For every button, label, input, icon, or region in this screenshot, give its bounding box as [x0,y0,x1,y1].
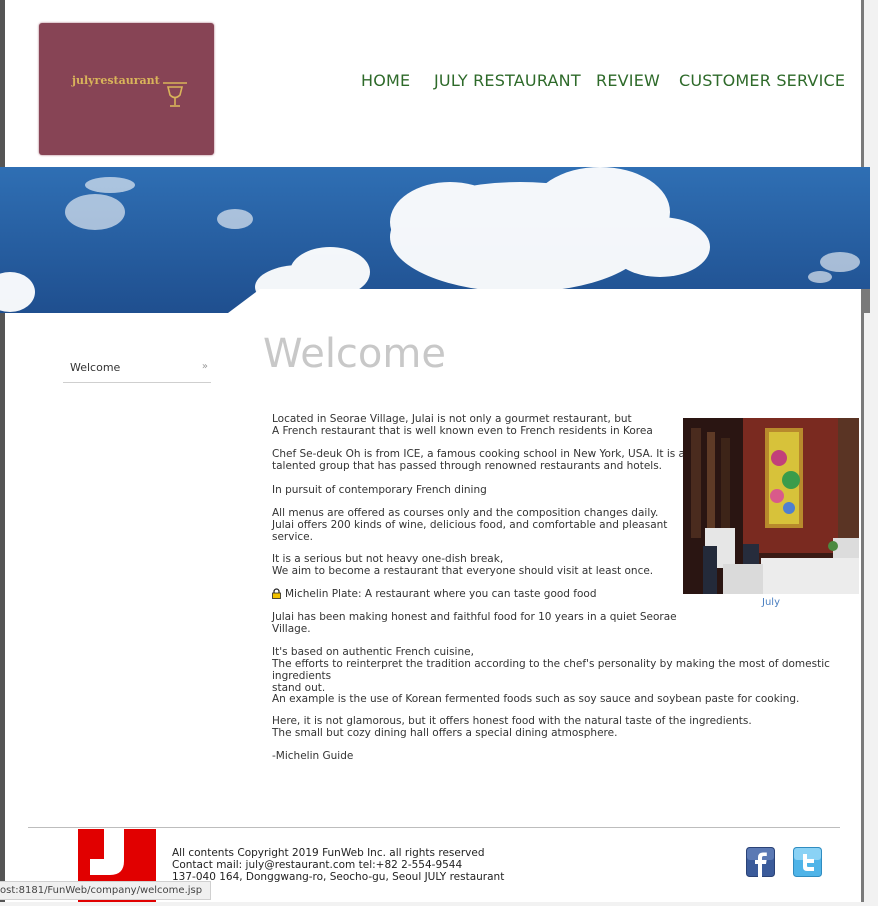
paragraph: An example is the use of Korean fermente… [272,693,800,705]
nav-customer-service[interactable]: CUSTOMER SERVICE [679,71,845,90]
paragraph: Julai has been making honest and faithfu… [272,611,677,635]
nav-home[interactable]: HOME [361,71,410,90]
lock-icon [272,588,281,599]
paragraph: Located in Seorae Village, Julai is not … [272,413,653,437]
header-banner [0,167,870,313]
footer-info: All contents Copyright 2019 FunWeb Inc. … [172,847,504,883]
paragraph: -Michelin Guide [272,750,354,762]
site-logo[interactable]: julyrestaurant [39,23,214,155]
paragraph: In pursuit of contemporary French dining [272,484,487,496]
paragraph: Chef Se-deuk Oh is from ICE, a famous co… [272,448,685,472]
browser-status-url: ost:8181/FunWeb/company/welcome.jsp [0,881,212,900]
chevron-right-icon: » [201,361,208,372]
footer-copyright: All contents Copyright 2019 FunWeb Inc. … [172,847,485,859]
page-title: Welcome [263,331,446,377]
footer-contact: Contact mail: july@restaurant.com tel:+8… [172,859,463,871]
restaurant-photo [683,418,859,594]
paragraph: Michelin Plate: A restaurant where you c… [285,588,597,600]
footer-divider [28,827,840,828]
window-edge [861,0,864,902]
logo-text: julyrestaurant [72,74,160,87]
facebook-icon[interactable] [746,847,775,877]
paragraph: Here, it is not glamorous, but it offers… [272,715,752,739]
footer-address: 137-040 164, Donggwang-ro, Seocho-gu, Se… [172,871,505,883]
window-edge [0,0,5,902]
nav-review[interactable]: REVIEW [596,71,660,90]
wine-glass-icon [163,82,187,107]
sidebar-item-label: Welcome [70,361,121,374]
twitter-icon[interactable] [793,847,822,877]
michelin-plate-line: Michelin Plate: A restaurant where you c… [272,588,597,600]
photo-caption[interactable]: July [683,597,859,608]
page: julyrestaurant HOME JULY RESTAURANT REVI… [5,0,861,902]
sidebar-item-welcome[interactable]: Welcome » [63,358,211,383]
paragraph: All menus are offered as courses only an… [272,507,668,543]
nav-july-restaurant[interactable]: JULY RESTAURANT [434,71,581,90]
paragraph: It's based on authentic French cuisine, … [272,646,830,694]
paragraph: It is a serious but not heavy one-dish b… [272,553,654,577]
